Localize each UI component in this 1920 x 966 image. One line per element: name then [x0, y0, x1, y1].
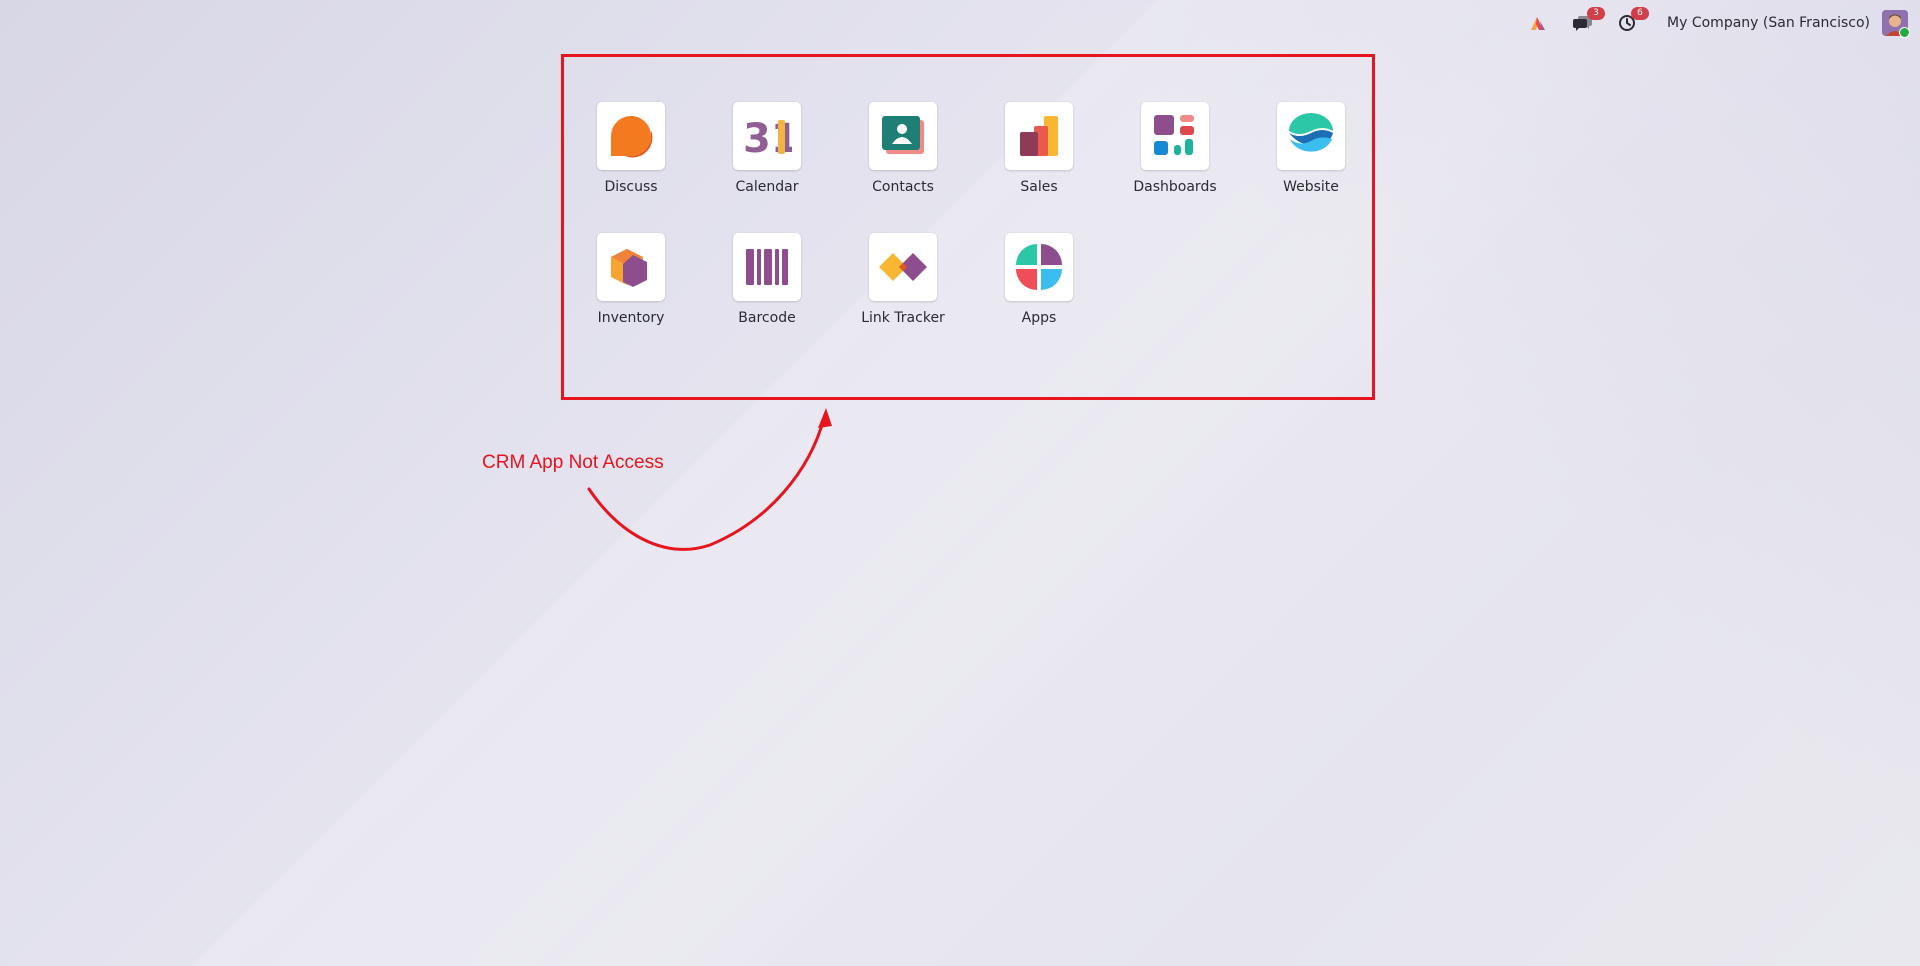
app-dashboards[interactable]: Dashboards — [1115, 102, 1235, 195]
app-label: Discuss — [604, 179, 658, 195]
activities-badge: 6 — [1631, 7, 1650, 20]
debug-mode-icon[interactable] — [1527, 11, 1551, 35]
app-link-tracker[interactable]: Link Tracker — [843, 233, 963, 326]
website-icon — [1277, 102, 1345, 170]
app-discuss[interactable]: Discuss — [571, 102, 691, 195]
app-label: Calendar — [735, 179, 799, 195]
app-sales[interactable]: Sales — [979, 102, 1099, 195]
app-label: Sales — [1020, 179, 1058, 195]
app-label: Dashboards — [1133, 179, 1217, 195]
top-navbar: 3 6 My Company (San Francisco) — [1517, 0, 1920, 46]
calendar-icon: 31 — [733, 102, 801, 170]
apps-icon — [1005, 233, 1073, 301]
app-label: Barcode — [738, 310, 796, 326]
user-avatar[interactable] — [1882, 10, 1910, 38]
app-calendar[interactable]: 31 Calendar — [707, 102, 827, 195]
app-website[interactable]: Website — [1251, 102, 1371, 195]
contacts-icon — [869, 102, 937, 170]
discuss-icon — [597, 102, 665, 170]
annotation-label: CRM App Not Access — [482, 452, 664, 473]
app-apps[interactable]: Apps — [979, 233, 1099, 326]
sales-icon — [1005, 102, 1073, 170]
messages-badge: 3 — [1587, 7, 1606, 20]
company-switcher[interactable]: My Company (San Francisco) — [1667, 15, 1870, 31]
app-inventory[interactable]: Inventory — [571, 233, 691, 326]
app-contacts[interactable]: Contacts — [843, 102, 963, 195]
app-label: Website — [1283, 179, 1339, 195]
activities-clock-icon[interactable]: 6 — [1615, 7, 1650, 35]
app-barcode[interactable]: Barcode — [707, 233, 827, 326]
app-label: Inventory — [597, 310, 665, 326]
messages-icon[interactable]: 3 — [1571, 7, 1606, 35]
online-status-indicator — [1899, 27, 1910, 38]
app-label: Contacts — [872, 179, 934, 195]
inventory-icon — [597, 233, 665, 301]
app-label: Link Tracker — [861, 310, 945, 326]
dashboards-icon — [1141, 102, 1209, 170]
app-label: Apps — [1021, 310, 1057, 326]
barcode-icon — [733, 233, 801, 301]
link-tracker-icon — [869, 233, 937, 301]
